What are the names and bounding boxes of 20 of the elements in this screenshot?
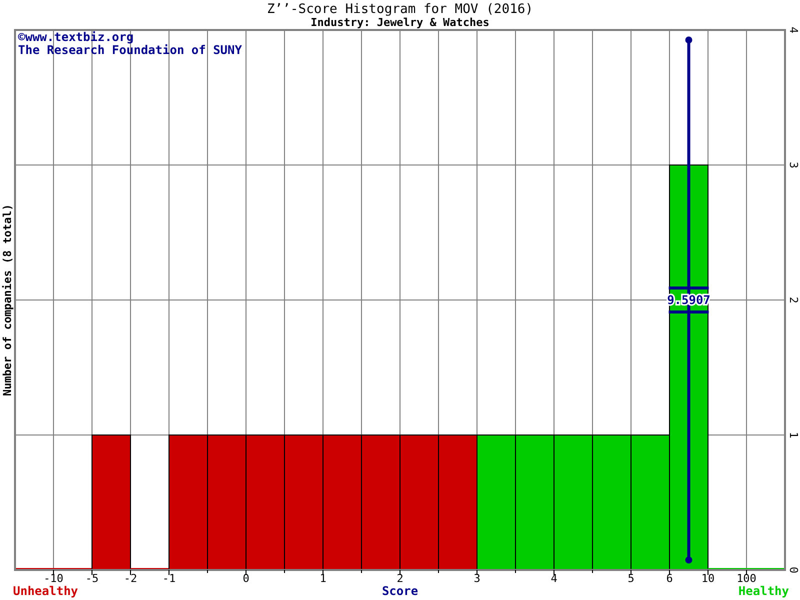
y-tick-label: 4 <box>787 26 800 34</box>
x-tick-label: -10 <box>44 572 64 585</box>
x-tick-label: -2 <box>124 572 138 585</box>
x-axis-label: Score <box>382 584 418 598</box>
x-tick-label: 100 <box>736 572 756 585</box>
x-tick-label: 4 <box>550 572 558 585</box>
healthy-label: Healthy <box>738 584 789 598</box>
x-tick-label: -1 <box>162 572 176 585</box>
x-tick-label: 10 <box>701 572 715 585</box>
y-tick-label: 1 <box>787 432 800 438</box>
y-axis-label: Number of companies (8 total) <box>1 204 14 396</box>
y-tick-label: 0 <box>787 566 800 574</box>
chart-subtitle: Industry: Jewelry & Watches <box>310 16 490 29</box>
credit-text: The Research Foundation of SUNY <box>18 43 242 57</box>
y-tick-label: 2 <box>787 296 800 304</box>
y-tick-label: 3 <box>787 162 800 168</box>
x-tick-label: -5 <box>85 572 99 585</box>
unhealthy-label: Unhealthy <box>13 584 78 598</box>
credit-text: ©www.textbiz.org <box>18 30 134 44</box>
chart-title: Z’’-Score Histogram for MOV (2016) <box>266 2 534 17</box>
